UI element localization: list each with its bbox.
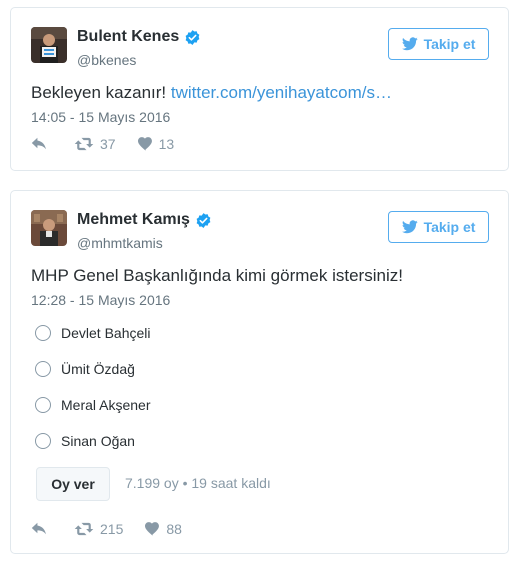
radio-button-icon bbox=[35, 325, 51, 341]
like-button[interactable]: 88 bbox=[145, 521, 182, 537]
retweet-button[interactable]: 215 bbox=[74, 521, 123, 537]
tweet-actions: 37 13 bbox=[31, 136, 174, 152]
tweet-card: Bulent Kenes @bkenes Takip et Bekleyen k… bbox=[10, 7, 509, 171]
verified-badge-icon bbox=[196, 212, 211, 228]
heart-icon bbox=[137, 137, 152, 151]
retweet-count: 37 bbox=[100, 136, 116, 152]
reply-icon bbox=[31, 522, 46, 535]
tweet-link[interactable]: twitter.com/yenihayatcom/s… bbox=[171, 83, 392, 102]
twitter-bird-icon bbox=[401, 220, 418, 234]
reply-button[interactable] bbox=[31, 522, 48, 536]
author-row: Bulent Kenes bbox=[77, 28, 201, 46]
retweet-icon bbox=[74, 137, 94, 151]
retweet-button[interactable]: 37 bbox=[74, 136, 116, 152]
avatar-image bbox=[31, 27, 67, 63]
avatar[interactable] bbox=[31, 210, 67, 246]
radio-button-icon bbox=[35, 433, 51, 449]
author-row: Mehmet Kamış bbox=[77, 211, 212, 229]
tweet-text: Bekleyen kazanır! twitter.com/yenihayatc… bbox=[31, 83, 392, 103]
poll-option-label: Devlet Bahçeli bbox=[61, 325, 151, 341]
vote-button[interactable]: Oy ver bbox=[36, 467, 110, 501]
radio-button-icon bbox=[35, 361, 51, 377]
retweet-count: 215 bbox=[100, 521, 124, 537]
poll-option[interactable]: Ümit Özdağ bbox=[35, 361, 135, 377]
author-handle[interactable]: @mhmtkamis bbox=[77, 235, 163, 251]
avatar-image bbox=[31, 210, 67, 246]
poll-option-label: Meral Akşener bbox=[61, 397, 151, 413]
author-name[interactable]: Mehmet Kamış bbox=[77, 211, 190, 229]
like-button[interactable]: 13 bbox=[137, 136, 175, 152]
tweet-card: Mehmet Kamış @mhmtkamis Takip et MHP Gen… bbox=[10, 190, 509, 554]
author-handle[interactable]: @bkenes bbox=[77, 52, 136, 68]
follow-button[interactable]: Takip et bbox=[388, 28, 489, 60]
radio-button-icon bbox=[35, 397, 51, 413]
poll-option[interactable]: Meral Akşener bbox=[35, 397, 150, 413]
reply-icon bbox=[31, 137, 46, 150]
tweet-timestamp[interactable]: 14:05 - 15 Mayıs 2016 bbox=[31, 109, 170, 125]
tweet-timestamp[interactable]: 12:28 - 15 Mayıs 2016 bbox=[31, 292, 170, 308]
tweet-body: Bekleyen kazanır! bbox=[31, 83, 167, 102]
poll-meta: 7.199 oy • 19 saat kaldı bbox=[125, 475, 271, 491]
poll-option-label: Sinan Oğan bbox=[61, 433, 135, 449]
avatar[interactable] bbox=[31, 27, 67, 63]
follow-button[interactable]: Takip et bbox=[388, 211, 489, 243]
tweet-text: MHP Genel Başkanlığında kimi görmek iste… bbox=[31, 266, 403, 285]
like-count: 88 bbox=[166, 521, 182, 537]
follow-button-label: Takip et bbox=[423, 219, 476, 235]
verified-badge-icon bbox=[185, 29, 200, 45]
author-name[interactable]: Bulent Kenes bbox=[77, 28, 179, 46]
poll-option[interactable]: Devlet Bahçeli bbox=[35, 325, 151, 341]
retweet-icon bbox=[74, 522, 94, 536]
reply-button[interactable] bbox=[31, 137, 48, 151]
like-count: 13 bbox=[158, 136, 175, 152]
twitter-bird-icon bbox=[401, 37, 418, 51]
tweet-actions: 215 88 bbox=[31, 521, 182, 537]
follow-button-label: Takip et bbox=[423, 36, 476, 52]
poll-option[interactable]: Sinan Oğan bbox=[35, 433, 135, 449]
heart-icon bbox=[145, 522, 160, 536]
poll-option-label: Ümit Özdağ bbox=[61, 361, 135, 377]
